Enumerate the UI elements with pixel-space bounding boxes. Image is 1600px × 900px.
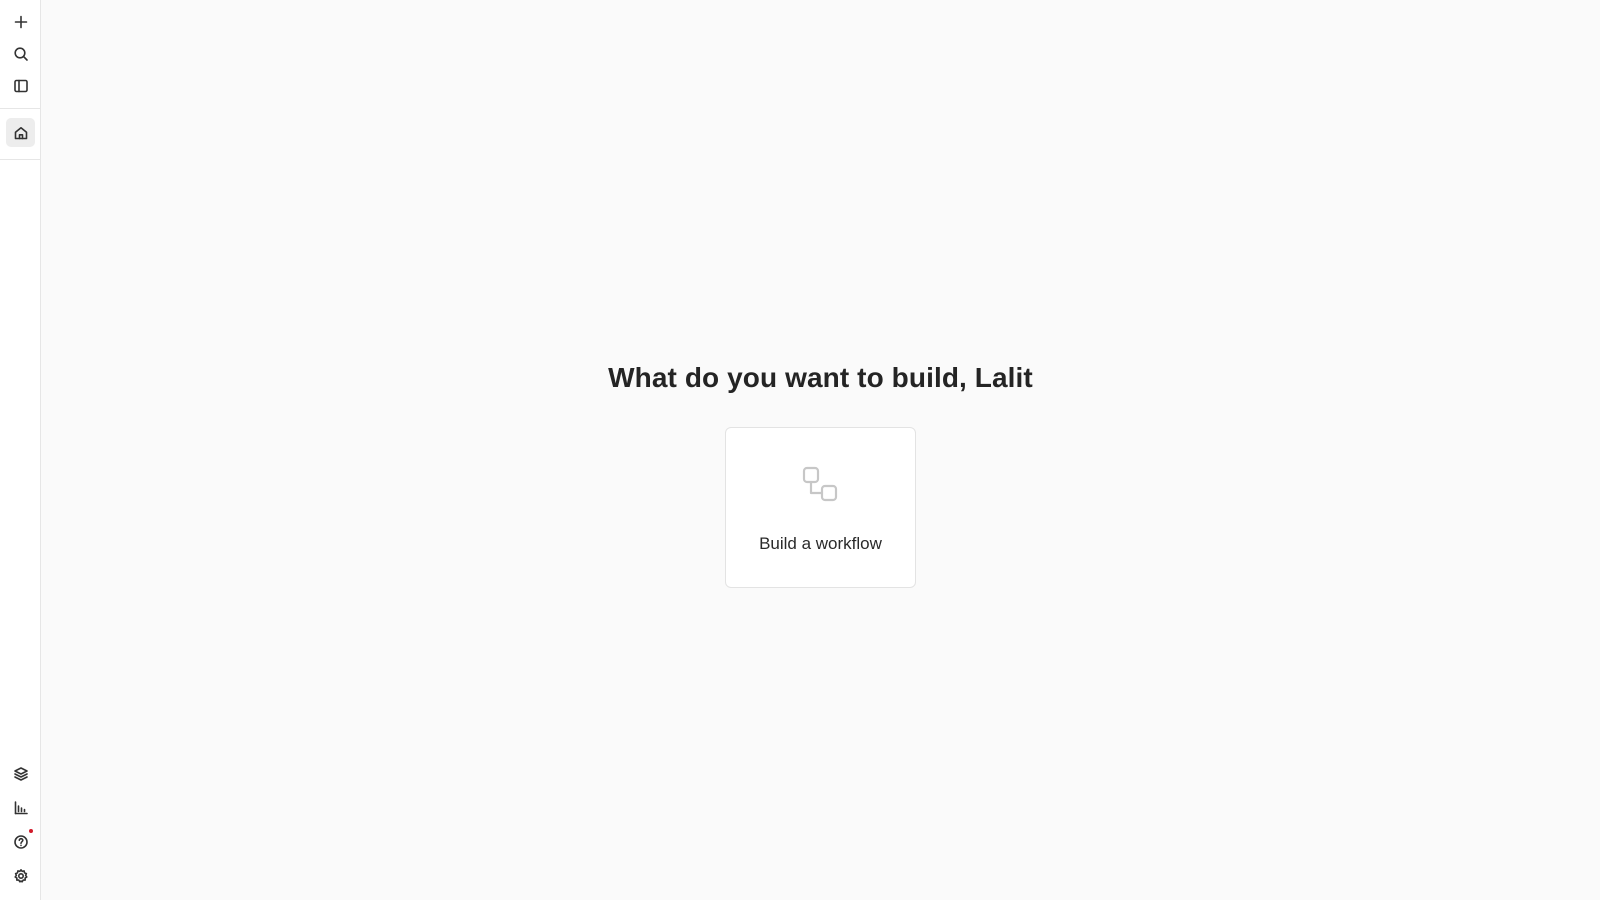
main-content: What do you want to build, Lalit Build a… xyxy=(41,0,1600,900)
chart-icon xyxy=(14,800,28,814)
sidebar-divider xyxy=(0,159,40,160)
build-workflow-card[interactable]: Build a workflow xyxy=(725,427,916,588)
notification-dot xyxy=(29,829,33,833)
gear-icon xyxy=(13,868,28,883)
panel-icon xyxy=(13,79,28,92)
sidebar-divider xyxy=(0,108,40,109)
new-button[interactable] xyxy=(6,7,35,36)
card-label: Build a workflow xyxy=(759,534,882,553)
home-icon xyxy=(14,126,27,139)
workflow-icon xyxy=(801,465,841,505)
templates-icon xyxy=(13,766,28,781)
sidebar xyxy=(0,0,41,900)
settings-button[interactable] xyxy=(6,861,35,890)
app-window: What do you want to build, Lalit Build a… xyxy=(0,0,1600,900)
sidebar-item-home[interactable] xyxy=(6,118,35,147)
help-icon xyxy=(13,834,28,849)
toggle-sidebar-button[interactable] xyxy=(6,71,35,100)
help-button[interactable] xyxy=(6,827,35,856)
insights-button[interactable] xyxy=(6,793,35,822)
search-button[interactable] xyxy=(6,39,35,68)
page-headline: What do you want to build, Lalit xyxy=(608,362,1033,393)
search-icon xyxy=(13,46,28,61)
templates-button[interactable] xyxy=(6,759,35,788)
plus-icon xyxy=(14,15,27,28)
